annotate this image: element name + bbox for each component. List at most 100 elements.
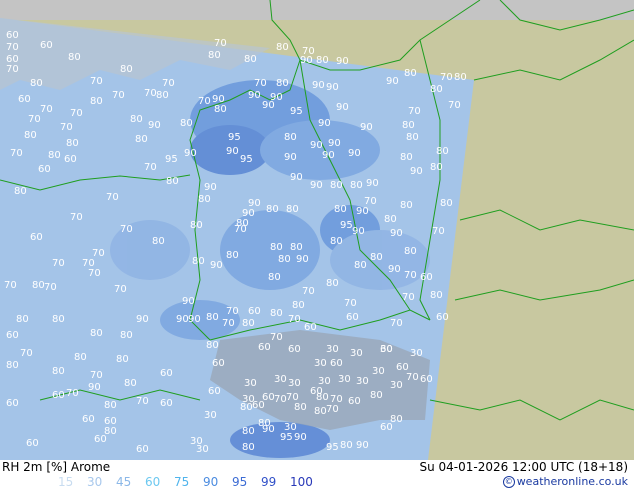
contour-label: 30 bbox=[338, 374, 351, 385]
contour-label: 80 bbox=[30, 78, 43, 89]
contour-label: 80 bbox=[400, 152, 413, 163]
contour-label: 80 bbox=[32, 280, 45, 291]
contour-label: 80 bbox=[152, 236, 165, 247]
contour-label: 70 bbox=[440, 72, 453, 83]
contour-label: 70 bbox=[6, 42, 19, 53]
legend-entry: 60 bbox=[145, 475, 161, 489]
contour-label: 60 bbox=[160, 368, 173, 379]
contour-label: 60 bbox=[420, 272, 433, 283]
contour-label: 80 bbox=[192, 256, 205, 267]
contour-label: 30 bbox=[274, 374, 287, 385]
map-footer: RH 2m [%] Arome Su 04-01-2026 12:00 UTC … bbox=[0, 460, 634, 490]
color-legend: 15 30 45 60 75 90 95 99 100 bbox=[58, 475, 319, 489]
contour-label: 70 bbox=[302, 286, 315, 297]
contour-label: 60 bbox=[38, 164, 51, 175]
contour-label: 90 bbox=[262, 100, 275, 111]
contour-label: 90 bbox=[88, 382, 101, 393]
contour-label: 70 bbox=[222, 318, 235, 329]
contour-label: 70 bbox=[326, 404, 339, 415]
contour-label: 80 bbox=[24, 130, 37, 141]
contour-label: 80 bbox=[124, 378, 137, 389]
contour-label: 90 bbox=[410, 166, 423, 177]
contour-label: 30 bbox=[314, 358, 327, 369]
contour-label: 90 bbox=[390, 228, 403, 239]
contour-label: 70 bbox=[198, 96, 211, 107]
contour-label: 70 bbox=[60, 122, 73, 133]
contour-label: 70 bbox=[90, 370, 103, 381]
contour-label: 90 bbox=[296, 254, 309, 265]
contour-label: 95 bbox=[228, 132, 241, 143]
contour-label: 90 bbox=[310, 140, 323, 151]
contour-label: 60 bbox=[304, 322, 317, 333]
contour-label: 60 bbox=[436, 312, 449, 323]
contour-label: 70 bbox=[274, 394, 287, 405]
contour-label: 80 bbox=[130, 114, 143, 125]
contour-label: 95 bbox=[240, 154, 253, 165]
sea-area bbox=[0, 0, 634, 20]
contour-label: 80 bbox=[120, 330, 133, 341]
contour-label: 80 bbox=[292, 300, 305, 311]
contour-label: 80 bbox=[370, 390, 383, 401]
contour-label: 95 bbox=[340, 220, 353, 231]
contour-label: 70 bbox=[404, 270, 417, 281]
contour-label: 80 bbox=[406, 132, 419, 143]
contour-label: 90 bbox=[176, 314, 189, 325]
contour-label: 60 bbox=[26, 438, 39, 449]
contour-label: 80 bbox=[166, 176, 179, 187]
contour-label: 60 bbox=[82, 414, 95, 425]
contour-label: 60 bbox=[248, 306, 261, 317]
credit-link[interactable]: © weatheronline.co.uk bbox=[502, 475, 628, 488]
contour-label: 80 bbox=[276, 42, 289, 53]
contour-label: 70 bbox=[10, 148, 23, 159]
contour-label: 70 bbox=[406, 372, 419, 383]
copyright-icon: © bbox=[502, 476, 515, 488]
contour-label: 60 bbox=[52, 390, 65, 401]
contour-label: 90 bbox=[312, 80, 325, 91]
contour-label: 90 bbox=[322, 150, 335, 161]
contour-label: 80 bbox=[214, 104, 227, 115]
contour-label: 70 bbox=[114, 284, 127, 295]
contour-label: 60 bbox=[6, 330, 19, 341]
contour-label: 90 bbox=[188, 314, 201, 325]
contour-label: 80 bbox=[326, 278, 339, 289]
legend-entry: 95 bbox=[232, 475, 248, 489]
contour-label: 90 bbox=[182, 296, 195, 307]
contour-label: 95 bbox=[165, 154, 178, 165]
contour-label: 60 bbox=[420, 374, 433, 385]
contour-label: 95 bbox=[280, 432, 293, 443]
contour-label: 90 bbox=[300, 55, 313, 66]
legend-entry: 30 bbox=[87, 475, 103, 489]
contour-label: 80 bbox=[330, 236, 343, 247]
contour-label: 70 bbox=[402, 292, 415, 303]
contour-label: 80 bbox=[240, 402, 253, 413]
weather-map: 60 70 60 60 80 70 80 80 80 70 90 80 90 90 80 70 80 80 70 70… bbox=[0, 0, 634, 460]
contour-label: 80 bbox=[370, 252, 383, 263]
contour-label: 30 bbox=[390, 380, 403, 391]
contour-label: 60 bbox=[380, 422, 393, 433]
contour-label: 70 bbox=[234, 224, 247, 235]
contour-label: 80 bbox=[14, 186, 27, 197]
contour-label: 80 bbox=[294, 402, 307, 413]
contour-label: 80 bbox=[316, 392, 329, 403]
contour-label: 90 bbox=[366, 178, 379, 189]
contour-label: 80 bbox=[404, 68, 417, 79]
contour-label: 90 bbox=[284, 152, 297, 163]
contour-label: 90 bbox=[204, 182, 217, 193]
contour-label: 90 bbox=[210, 260, 223, 271]
credit-text: weatheronline.co.uk bbox=[516, 475, 628, 488]
contour-label: 70 bbox=[390, 318, 403, 329]
contour-label: 90 bbox=[318, 118, 331, 129]
contour-label: 90 bbox=[336, 102, 349, 113]
contour-label: 80 bbox=[74, 352, 87, 363]
contour-label: 30 bbox=[350, 348, 363, 359]
contour-label: 70 bbox=[226, 306, 239, 317]
contour-label: 70 bbox=[144, 88, 157, 99]
legend-entry: 90 bbox=[203, 475, 219, 489]
contour-label: 90 bbox=[262, 424, 275, 435]
contour-label: 90 bbox=[360, 122, 373, 133]
contour-label: 90 bbox=[136, 314, 149, 325]
contour-label: 90 bbox=[356, 440, 369, 451]
contour-label: 70 bbox=[90, 76, 103, 87]
contour-label: 30 bbox=[380, 344, 393, 355]
contour-label: 70 bbox=[52, 258, 65, 269]
